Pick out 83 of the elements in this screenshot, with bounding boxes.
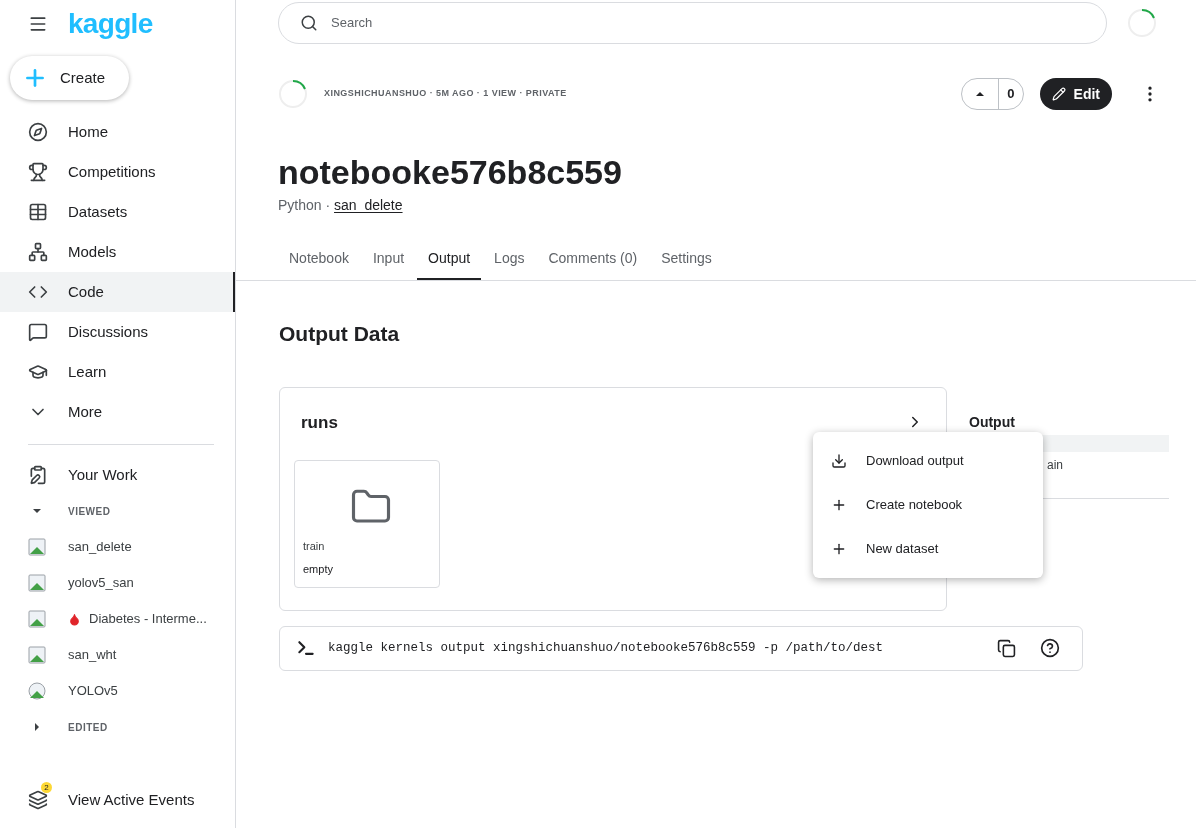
sidebar-label: Competitions <box>68 161 156 182</box>
compass-icon <box>28 122 48 142</box>
tab[interactable]: Settings <box>650 239 723 280</box>
sidebar-label: View Active Events <box>68 789 195 810</box>
graduation-cap-icon <box>28 362 48 382</box>
sidebar-label: YOLOv5 <box>68 682 118 701</box>
plus-icon <box>831 497 847 513</box>
menu-item[interactable]: Download output <box>813 439 1043 483</box>
tab[interactable]: Input <box>361 239 416 280</box>
notebook-meta: XINGSHICHUANSHUO · 5M AGO · 1 VIEW · PRIVATE <box>324 87 568 101</box>
notebook-title: notebooke576b8c559 <box>277 152 622 192</box>
menu-item[interactable]: New dataset <box>813 527 1043 571</box>
terminal-icon <box>296 638 316 658</box>
vote-count: 0 <box>998 79 1023 109</box>
stack-icon <box>28 790 48 810</box>
sidebar-item[interactable]: san_wht <box>0 637 235 673</box>
sidebar-item[interactable]: Your Work <box>0 457 235 493</box>
language-label: Python · <box>278 196 332 215</box>
tab[interactable]: Output <box>417 239 482 280</box>
tab[interactable]: Logs <box>483 239 536 280</box>
folder-title: runs <box>301 411 338 434</box>
sidebar-label: san_delete <box>68 538 132 557</box>
sidebar-label: Datasets <box>68 201 128 222</box>
help-icon[interactable] <box>1040 638 1060 658</box>
sidebar-item[interactable]: More <box>0 392 235 432</box>
caret-up-icon <box>975 89 986 99</box>
search-field[interactable]: Search <box>278 1 1107 44</box>
section-toggle[interactable]: VIEWED <box>0 493 235 529</box>
clipboard-pen-icon <box>28 465 48 485</box>
panel-title: Output <box>969 412 1015 432</box>
file-name: train <box>303 539 325 554</box>
dataset-link[interactable]: san_delete <box>334 195 403 216</box>
sidebar-label: Diabetes - Interme... <box>89 610 207 629</box>
broken-image-icon <box>28 574 46 592</box>
sidebar-label: More <box>68 401 103 422</box>
sidebar-label: Models <box>68 241 117 262</box>
panel-item[interactable]: ain <box>1047 455 1063 474</box>
sidebar-item[interactable]: Datasets <box>0 192 235 232</box>
chat-icon <box>28 322 48 342</box>
search-icon[interactable] <box>300 13 318 32</box>
sidebar-item[interactable]: Competitions <box>0 152 235 192</box>
sidebar-item[interactable]: Code <box>0 272 235 312</box>
section-toggle[interactable]: EDITED <box>0 709 235 745</box>
sidebar-label: Discussions <box>68 321 149 342</box>
sidebar-label: Code <box>68 281 104 302</box>
broken-image-icon <box>28 538 46 556</box>
plus-icon <box>831 541 847 557</box>
sidebar-item[interactable]: Discussions <box>0 312 235 352</box>
caret-down-icon <box>32 506 42 516</box>
sidebar-item[interactable]: Models <box>0 232 235 272</box>
caret-right-icon <box>32 722 42 732</box>
copy-icon[interactable] <box>997 638 1016 658</box>
section-heading: Output Data <box>278 321 400 347</box>
nodes-icon <box>28 242 48 262</box>
sidebar-item[interactable]: san_delete <box>0 529 235 565</box>
edit-button[interactable]: Edit <box>1039 78 1112 110</box>
sidebar-item[interactable]: yolov5_san <box>0 565 235 601</box>
sidebar-label: san_wht <box>68 646 117 665</box>
loading-spinner-icon <box>1127 7 1157 38</box>
trophy-icon <box>28 162 48 182</box>
menu-icon[interactable] <box>28 14 48 34</box>
file-tile[interactable]: train empty <box>294 460 440 588</box>
avatar-spinner-icon <box>278 79 308 109</box>
download-icon <box>831 453 847 469</box>
broken-image-icon <box>28 646 46 664</box>
tab[interactable]: Notebook <box>278 239 360 280</box>
sidebar-item[interactable]: Learn <box>0 352 235 392</box>
sidebar-item[interactable]: 2 View Active Events <box>0 780 235 820</box>
sidebar-label: yolov5_san <box>68 574 134 593</box>
create-button[interactable]: Create <box>10 56 130 100</box>
sidebar-label: Home <box>68 121 108 142</box>
command-text: kaggle kernels output xingshichuanshuo/notebooke576b8c559 -p /path/to/dest <box>328 639 885 657</box>
broken-image-icon <box>28 610 46 628</box>
notification-badge: 2 <box>41 782 52 793</box>
sidebar-item[interactable]: YOLOv5 <box>0 673 235 709</box>
file-status: empty <box>303 561 333 577</box>
tab[interactable]: Comments (0) <box>537 239 649 280</box>
sidebar-item[interactable]: Diabetes - Interme... <box>0 601 235 637</box>
sidebar-label: Learn <box>68 361 107 382</box>
table-icon <box>28 202 48 222</box>
sidebar-item[interactable]: Home <box>0 112 235 152</box>
pencil-icon <box>1051 87 1066 101</box>
menu-item[interactable]: Create notebook <box>813 483 1043 527</box>
